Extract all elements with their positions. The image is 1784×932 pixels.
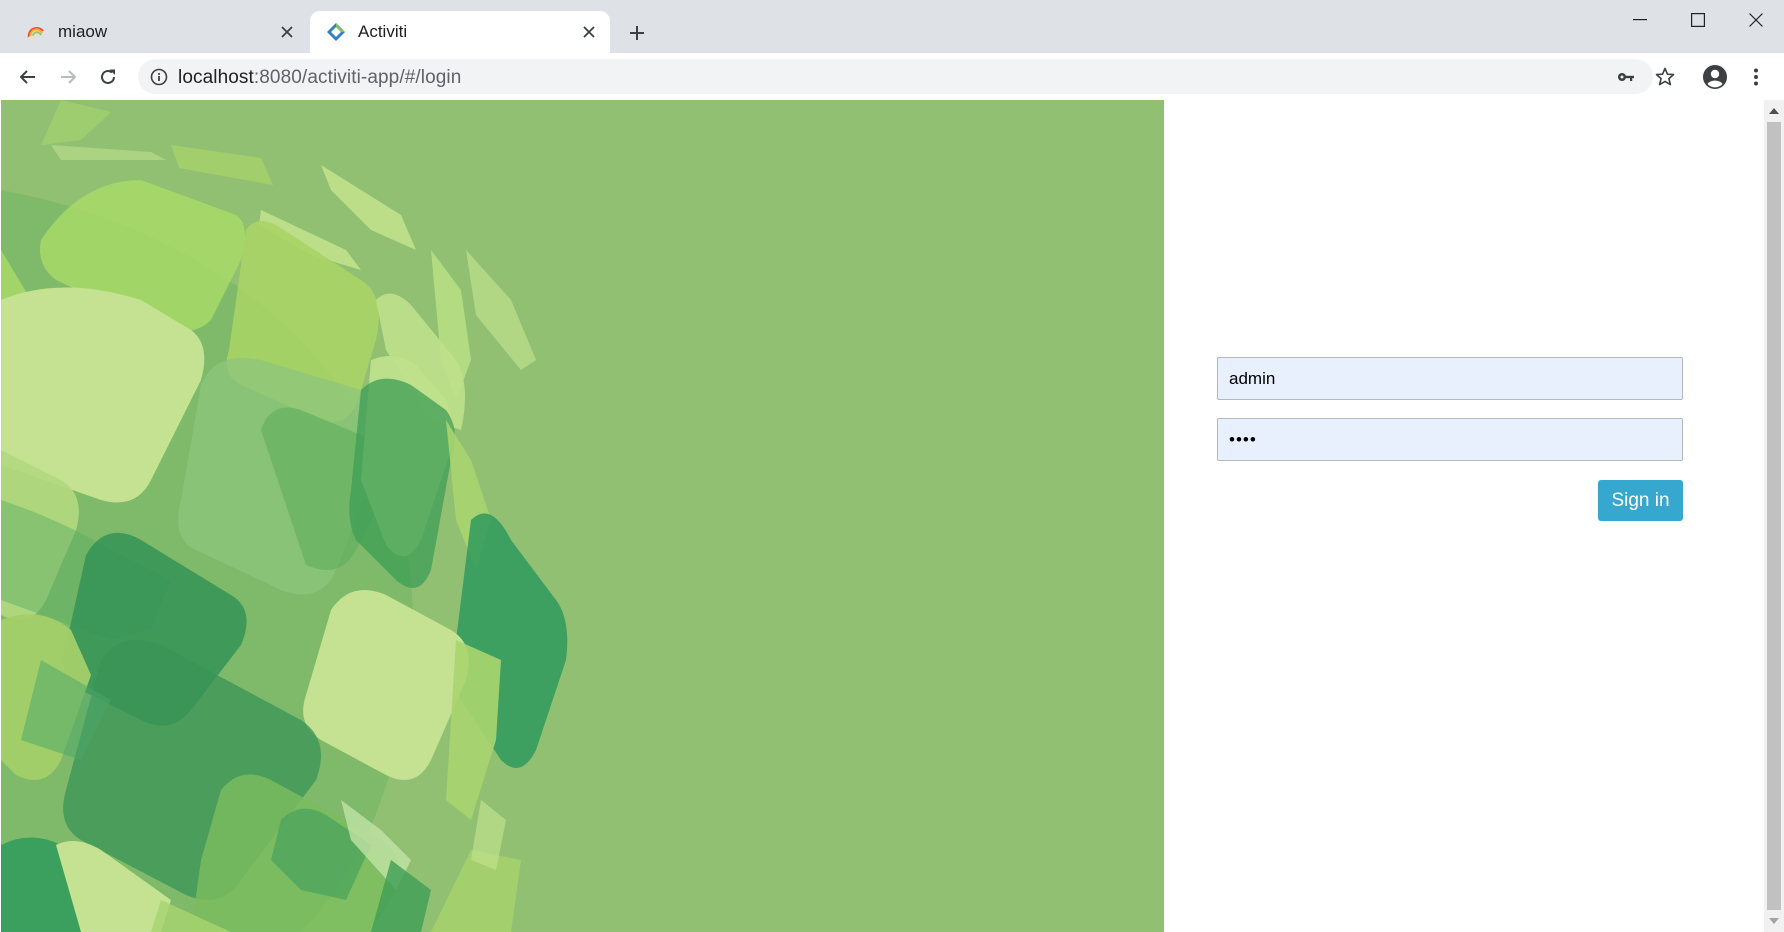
tab-title: miaow [58,22,108,41]
tab-close-icon[interactable] [276,21,298,43]
kebab-menu-icon[interactable] [1741,62,1771,92]
sign-in-button[interactable]: Sign in [1598,480,1683,521]
account-icon[interactable] [1700,62,1730,92]
scrollbar-thumb[interactable] [1767,122,1781,910]
tab-title: Activiti [358,22,408,41]
hero-background [1,100,1164,932]
forward-arrow-icon[interactable] [53,62,83,92]
maximize-icon[interactable] [1670,0,1726,40]
minimize-icon[interactable] [1612,0,1668,40]
close-icon[interactable] [1728,0,1784,40]
username-input[interactable] [1217,357,1683,400]
key-icon[interactable] [1614,65,1638,89]
tab-close-icon[interactable] [578,21,600,43]
activiti-diamond-icon [326,22,346,42]
scroll-up-arrow-icon[interactable] [1764,102,1784,120]
tab-strip: miaow Activiti [0,0,1784,53]
star-icon[interactable] [1653,65,1677,89]
url-path: :8080/activiti-app/#/login [253,67,462,88]
tab-miaow[interactable]: miaow [0,11,308,53]
password-mask: •••• [1229,429,1257,449]
scroll-down-arrow-icon[interactable] [1764,912,1784,930]
url-text: localhost:8080/activiti-app/#/login [178,67,461,89]
back-arrow-icon[interactable] [13,62,43,92]
address-bar[interactable]: localhost:8080/activiti-app/#/login [138,59,1675,94]
url-host: localhost [178,67,254,88]
globe-tiles-illustration [1,100,568,932]
rainbow-icon [26,22,46,42]
new-tab-plus-icon[interactable] [624,20,650,46]
tab-activiti[interactable]: Activiti [310,11,610,53]
browser-toolbar: localhost:8080/activiti-app/#/login [0,53,1784,101]
page-viewport: •••• Sign in [0,100,1784,932]
password-input[interactable]: •••• [1217,418,1683,461]
info-icon[interactable] [148,66,170,88]
login-panel: •••• Sign in [1164,100,1764,932]
reload-icon[interactable] [93,62,123,92]
vertical-scrollbar[interactable] [1764,100,1784,932]
